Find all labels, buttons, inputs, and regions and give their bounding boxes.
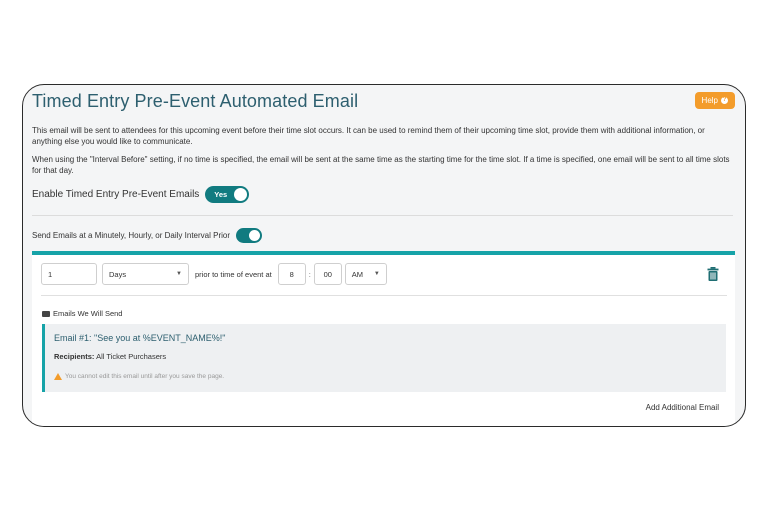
toggle-knob — [234, 188, 248, 201]
email-card[interactable]: Email #1: "See you at %EVENT_NAME%!" Rec… — [42, 324, 726, 392]
trash-icon[interactable] — [707, 267, 719, 281]
hour-input[interactable]: 8 — [277, 263, 306, 285]
email-recipients: Recipients: All Ticket Purchasers — [54, 352, 166, 361]
help-button[interactable]: Help ? — [694, 92, 735, 109]
page-title: Timed Entry Pre-Event Automated Email — [32, 91, 359, 111]
divider — [32, 215, 733, 216]
email-title[interactable]: Email #1: "See you at %EVENT_NAME%!" — [54, 333, 225, 343]
unit-select[interactable]: Days ▼ — [102, 263, 189, 285]
description-paragraph-2: When using the "Interval Before" setting… — [32, 155, 730, 175]
enable-toggle[interactable]: Yes — [205, 186, 250, 203]
help-label: Help — [701, 96, 718, 105]
divider — [41, 295, 727, 296]
chevron-down-icon: ▼ — [373, 271, 380, 277]
enable-row: Enable Timed Entry Pre-Event Emails Yes — [32, 186, 250, 203]
recipients-value: All Ticket Purchasers — [96, 352, 167, 361]
interval-row: Send Emails at a Minutely, Hourly, or Da… — [32, 228, 262, 243]
quantity-input[interactable]: 1 — [41, 263, 97, 285]
description-paragraph-1: This email will be sent to attendees for… — [32, 126, 705, 146]
warning-text: You cannot edit this email until after y… — [65, 373, 225, 380]
envelope-icon — [42, 310, 50, 317]
ampm-value: AM — [351, 269, 364, 279]
schedule-panel: 1 Days ▼ prior to time of event at 8 : 0… — [32, 251, 735, 426]
add-additional-email-link[interactable]: Add Additional Email — [646, 403, 719, 412]
schedule-row: 1 Days ▼ prior to time of event at 8 : 0… — [41, 263, 387, 285]
emails-heading-label: Emails We Will Send — [53, 309, 123, 318]
minute-input[interactable]: 00 — [313, 263, 342, 285]
interval-toggle[interactable] — [236, 228, 262, 243]
prior-text: prior to time of event at — [195, 269, 272, 279]
unit-value: Days — [109, 269, 127, 279]
warning-icon — [54, 373, 62, 380]
interval-label: Send Emails at a Minutely, Hourly, or Da… — [32, 231, 230, 240]
time-separator: : — [308, 269, 311, 279]
automated-email-panel: Timed Entry Pre-Event Automated Email He… — [22, 84, 746, 427]
ampm-select[interactable]: AM ▼ — [344, 263, 387, 285]
email-warning: You cannot edit this email until after y… — [54, 373, 224, 380]
emails-heading: Emails We Will Send — [42, 309, 122, 318]
question-icon: ? — [721, 97, 728, 104]
chevron-down-icon: ▼ — [176, 271, 182, 277]
recipients-label: Recipients: — [54, 352, 95, 361]
enable-label: Enable Timed Entry Pre-Event Emails — [32, 189, 200, 200]
enable-toggle-label: Yes — [214, 190, 228, 199]
toggle-knob — [249, 230, 260, 241]
